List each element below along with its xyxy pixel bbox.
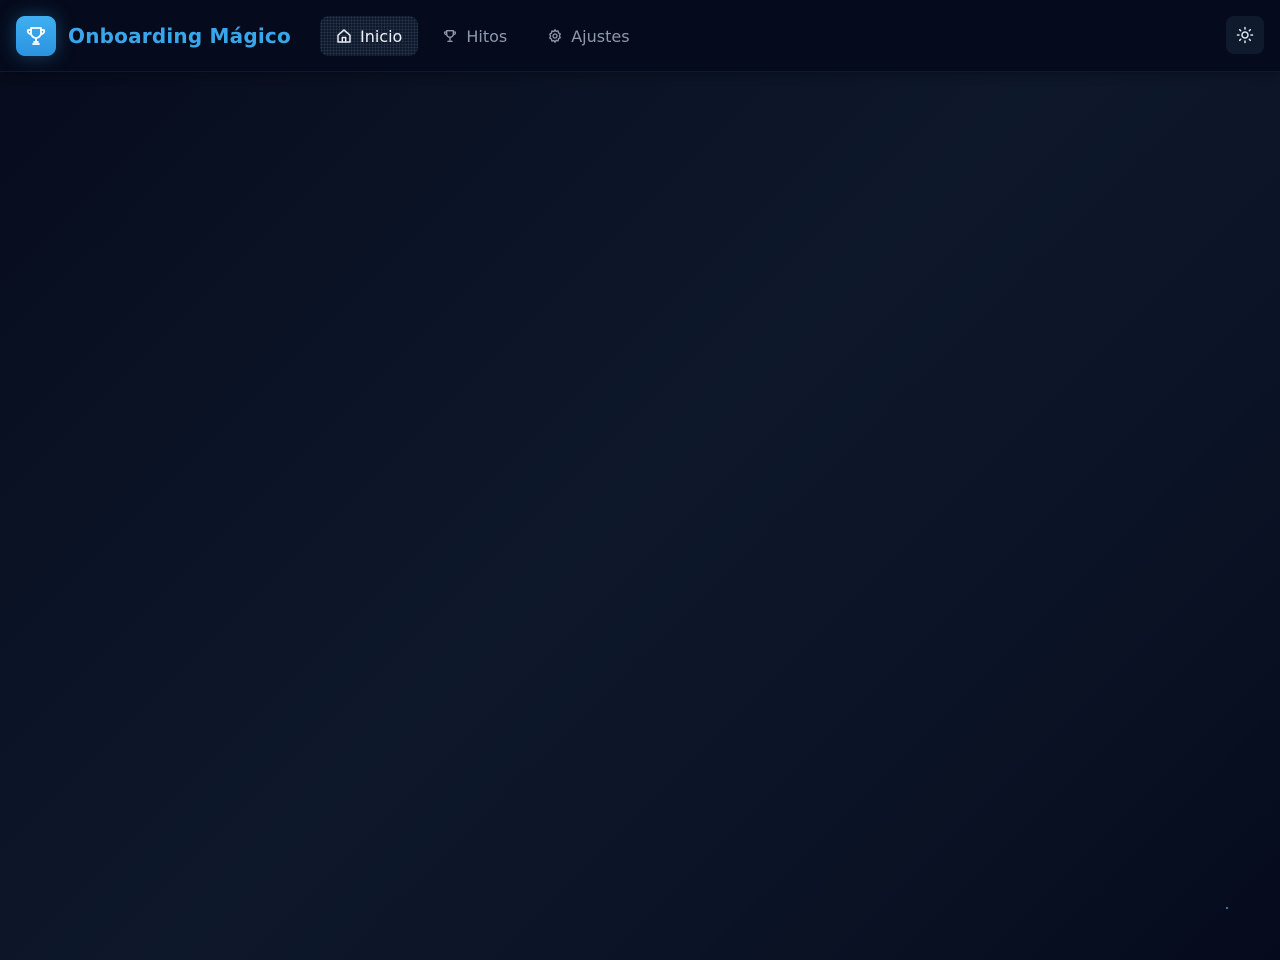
sun-icon [1236, 26, 1254, 44]
home-icon [336, 28, 352, 44]
nav-item-label: Ajustes [571, 26, 630, 46]
nav-item-inicio[interactable]: Inicio [320, 16, 419, 56]
decorative-dot [1226, 907, 1228, 909]
top-bar: Onboarding Mágico Inicio Hitos Ajustes [0, 0, 1280, 72]
trophy-icon [16, 16, 56, 56]
app-title: Onboarding Mágico [68, 24, 291, 48]
brand[interactable]: Onboarding Mágico [16, 16, 291, 56]
nav-item-label: Hitos [466, 26, 508, 46]
nav-item-ajustes[interactable]: Ajustes [531, 16, 645, 56]
theme-toggle-button[interactable] [1226, 16, 1264, 54]
nav-item-hitos[interactable]: Hitos [426, 16, 523, 56]
nav-item-label: Inicio [360, 26, 403, 46]
trophy-icon [442, 28, 458, 44]
gear-icon [547, 28, 563, 44]
main-nav: Inicio Hitos Ajustes [320, 16, 654, 56]
